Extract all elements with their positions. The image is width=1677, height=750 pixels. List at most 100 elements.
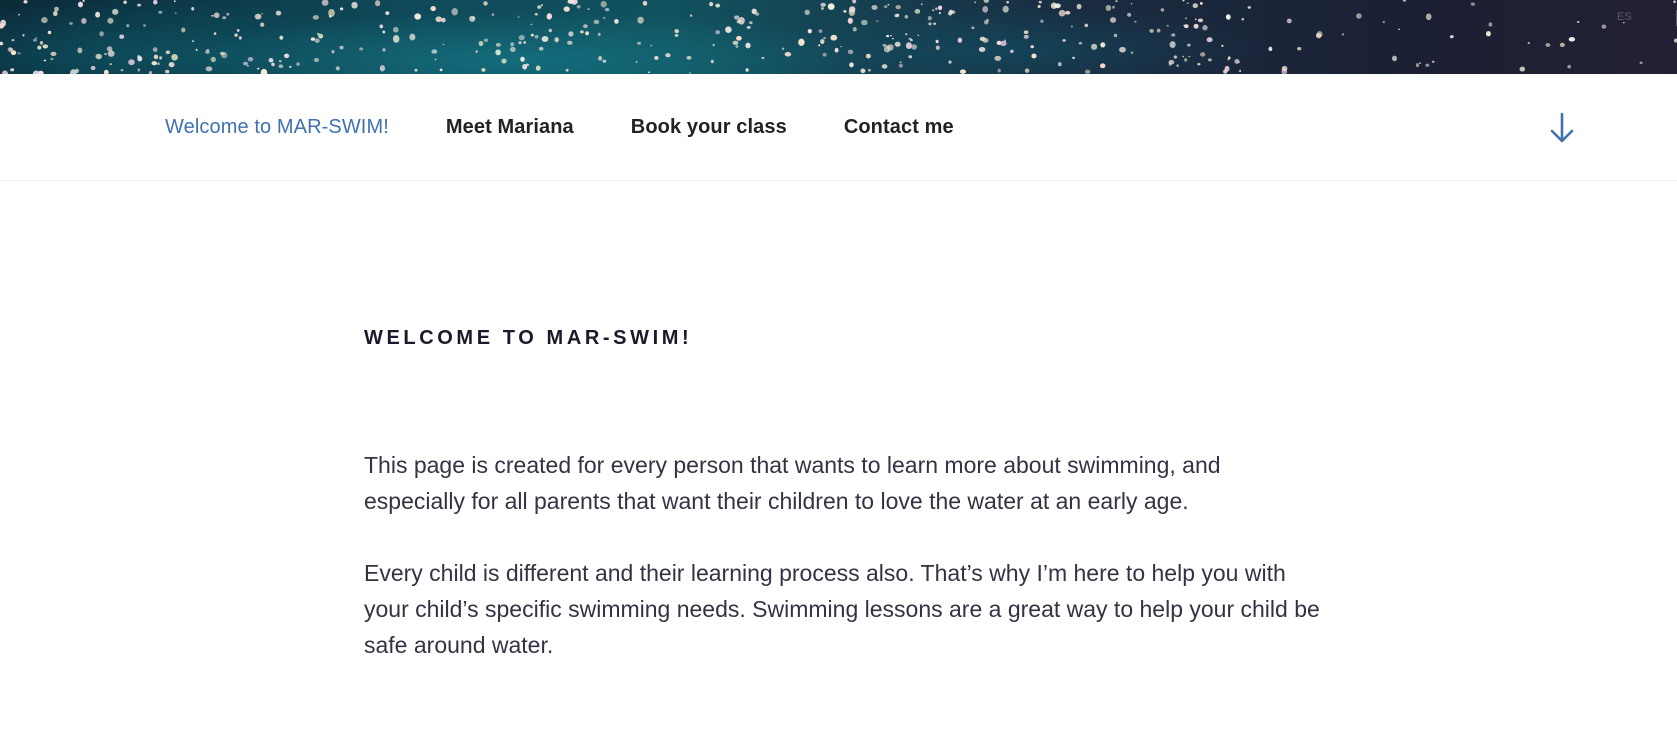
water-droplet <box>219 51 225 56</box>
water-droplet <box>709 1 714 7</box>
water-droplet <box>1188 55 1191 58</box>
water-droplet <box>1382 20 1385 24</box>
water-droplet <box>715 30 720 35</box>
water-droplet <box>784 51 792 57</box>
water-droplet <box>895 13 900 17</box>
water-droplet <box>119 34 125 39</box>
water-droplet <box>157 62 160 66</box>
water-droplet <box>823 36 826 40</box>
water-droplet <box>525 63 530 67</box>
water-droplet <box>1183 24 1186 27</box>
water-droplet <box>1070 25 1073 28</box>
water-droplet <box>151 61 158 66</box>
water-droplet <box>983 20 989 25</box>
water-droplet <box>1062 39 1066 42</box>
water-droplet <box>935 39 939 44</box>
nav-item-meet-mariana[interactable]: Meet Mariana <box>446 116 574 139</box>
water-droplet <box>818 44 821 47</box>
water-droplet <box>35 37 38 39</box>
nav-item-book-your-class[interactable]: Book your class <box>631 116 787 139</box>
water-droplet <box>313 57 320 63</box>
water-droplet <box>483 38 489 43</box>
water-droplet <box>957 37 963 43</box>
water-droplet <box>42 44 49 49</box>
water-droplet <box>830 34 838 41</box>
water-droplet <box>530 23 533 26</box>
water-droplet <box>999 40 1007 47</box>
water-droplet <box>736 35 742 41</box>
water-droplet <box>1031 53 1037 59</box>
water-droplet <box>898 64 903 68</box>
nav-item-contact-me[interactable]: Contact me <box>844 116 954 139</box>
nav-item-welcome[interactable]: Welcome to MAR-SWIM! <box>165 116 389 139</box>
water-droplet <box>534 34 539 39</box>
water-droplet <box>501 58 507 64</box>
water-droplet <box>1076 3 1082 10</box>
header-image: ES <box>0 0 1677 74</box>
water-droplet <box>1030 45 1034 49</box>
water-droplet <box>982 38 989 43</box>
water-droplet <box>1519 66 1526 72</box>
water-droplet <box>236 28 240 32</box>
water-droplet <box>50 51 57 57</box>
water-droplet <box>541 35 549 43</box>
water-droplet <box>278 64 284 69</box>
water-droplet <box>647 71 651 73</box>
water-droplet <box>920 3 923 6</box>
water-droplet <box>908 55 913 59</box>
water-droplet <box>1100 42 1106 48</box>
water-droplet <box>431 49 438 54</box>
water-droplet <box>107 17 114 24</box>
water-droplet <box>1024 68 1030 73</box>
water-droplet <box>1023 34 1029 39</box>
water-droplet <box>978 46 986 53</box>
nav-menu: Welcome to MAR-SWIM! Meet Mariana Book y… <box>165 74 1011 180</box>
water-droplet <box>1127 12 1132 17</box>
water-droplet <box>587 8 590 10</box>
water-droplet <box>257 67 260 70</box>
water-droplet <box>860 19 868 26</box>
water-droplet <box>168 61 175 68</box>
water-droplet <box>137 3 141 7</box>
water-droplet <box>604 7 610 12</box>
water-droplet <box>1134 20 1137 23</box>
water-droplet <box>887 44 894 51</box>
water-droplet <box>271 62 275 67</box>
water-droplet <box>602 16 606 19</box>
water-droplet <box>1099 63 1106 69</box>
water-droplet <box>710 59 714 64</box>
water-droplet <box>1192 3 1199 9</box>
spain-language-code[interactable]: ES <box>1617 11 1632 23</box>
water-droplet <box>275 10 282 16</box>
water-droplet <box>1639 61 1643 65</box>
water-droplet <box>736 19 741 24</box>
water-droplet <box>495 49 501 56</box>
water-droplet <box>1568 37 1576 42</box>
water-droplet <box>173 0 176 3</box>
water-droplet <box>481 67 486 72</box>
water-droplet <box>379 65 386 72</box>
water-droplet <box>1078 41 1083 45</box>
water-droplet <box>1184 58 1188 62</box>
water-droplet <box>1545 43 1551 47</box>
water-droplet <box>822 52 827 57</box>
water-droplet <box>637 41 642 45</box>
water-droplet <box>385 11 390 15</box>
water-droplet <box>876 20 879 22</box>
water-droplet <box>1225 14 1231 20</box>
water-droplet <box>1202 25 1208 31</box>
main-navigation: Welcome to MAR-SWIM! Meet Mariana Book y… <box>0 74 1677 181</box>
water-droplet <box>1356 13 1362 19</box>
arrow-down-icon[interactable] <box>1549 111 1575 145</box>
water-droplet <box>1182 0 1185 2</box>
water-droplet <box>246 64 250 67</box>
water-droplet <box>1184 17 1188 20</box>
water-droplet <box>745 42 751 49</box>
water-droplet <box>47 30 52 35</box>
water-droplet <box>554 37 559 43</box>
water-droplet <box>238 36 242 40</box>
water-droplet <box>430 6 436 12</box>
water-droplet <box>261 12 264 15</box>
water-droplet <box>81 17 87 24</box>
water-droplet <box>491 13 495 16</box>
